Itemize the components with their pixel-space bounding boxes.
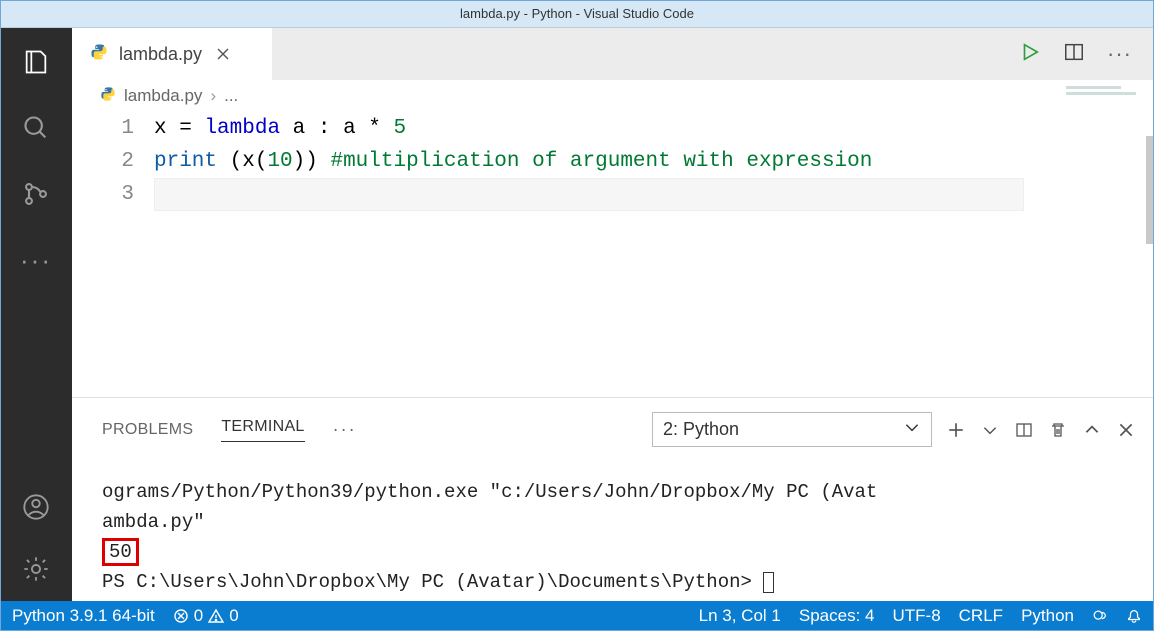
highlighted-output: 50 (102, 538, 139, 566)
terminal-cursor (763, 572, 774, 593)
source-control-icon[interactable] (20, 178, 52, 210)
minimap-slider[interactable] (1146, 136, 1154, 244)
run-icon[interactable] (1019, 41, 1041, 68)
code-line: 3 (120, 178, 1154, 211)
terminal-selector-value: 2: Python (663, 419, 739, 440)
editor-area: lambda.py ··· lambda.py › ... (72, 28, 1154, 607)
line-number: 2 (120, 145, 154, 178)
feedback-icon[interactable] (1092, 608, 1108, 624)
line-number: 3 (120, 178, 154, 211)
editor-more-icon[interactable]: ··· (1107, 41, 1132, 67)
code-line: 1 x = lambda a : a * 5 (120, 112, 1154, 145)
python-file-icon (90, 43, 108, 66)
maximize-panel-icon[interactable] (1082, 420, 1102, 440)
minimap[interactable] (1066, 86, 1146, 146)
tabs-row: lambda.py ··· (72, 28, 1154, 80)
code-editor[interactable]: 1 x = lambda a : a * 5 2 print (x(10)) #… (72, 112, 1154, 211)
terminal-line: ambda.py" (102, 507, 1136, 537)
encoding[interactable]: UTF-8 (892, 606, 940, 626)
terminal-line: ograms/Python/Python39/python.exe "c:/Us… (102, 477, 1136, 507)
notifications-icon[interactable] (1126, 608, 1142, 624)
language-mode[interactable]: Python (1021, 606, 1074, 626)
problems-status[interactable]: 0 0 (173, 606, 239, 626)
terminal-line: 50 (102, 537, 1136, 567)
python-file-icon (100, 86, 116, 107)
indentation[interactable]: Spaces: 4 (799, 606, 875, 626)
editor-tab[interactable]: lambda.py (72, 28, 272, 80)
chevron-down-icon (903, 418, 921, 441)
more-icon[interactable]: ··· (20, 244, 52, 276)
split-editor-icon[interactable] (1063, 41, 1085, 68)
tab-close-icon[interactable] (213, 44, 233, 64)
breadcrumb-more: ... (224, 86, 238, 106)
kill-terminal-icon[interactable] (1048, 420, 1068, 440)
terminal-output[interactable]: ograms/Python/Python39/python.exe "c:/Us… (102, 447, 1136, 597)
title-bar: lambda.py - Python - Visual Studio Code (0, 0, 1154, 28)
window-title: lambda.py - Python - Visual Studio Code (460, 6, 694, 21)
eol[interactable]: CRLF (959, 606, 1003, 626)
tab-filename: lambda.py (119, 44, 202, 65)
status-bar: Python 3.9.1 64-bit 0 0 Ln 3, Col 1 Spac… (0, 601, 1154, 631)
panel-more-icon[interactable]: ··· (333, 419, 357, 440)
python-interpreter[interactable]: Python 3.9.1 64-bit (12, 606, 155, 626)
new-terminal-icon[interactable] (946, 420, 966, 440)
problems-tab[interactable]: Problems (102, 421, 193, 439)
terminal-line: PS C:\Users\John\Dropbox\My PC (Avatar)\… (102, 567, 1136, 597)
code-line: 2 print (x(10)) #multiplication of argum… (120, 145, 1154, 178)
line-number: 1 (120, 112, 154, 145)
activity-bar: ··· (0, 28, 72, 607)
chevron-right-icon: › (210, 86, 216, 106)
split-terminal-icon[interactable] (1014, 420, 1034, 440)
terminal-tab[interactable]: Terminal (221, 418, 304, 442)
explorer-icon[interactable] (20, 46, 52, 78)
settings-gear-icon[interactable] (20, 553, 52, 585)
cursor-position[interactable]: Ln 3, Col 1 (699, 606, 781, 626)
terminal-selector[interactable]: 2: Python (652, 412, 932, 447)
close-panel-icon[interactable] (1116, 420, 1136, 440)
terminal-dropdown-icon[interactable] (980, 420, 1000, 440)
search-icon[interactable] (20, 112, 52, 144)
panel: Problems Terminal ··· 2: Python (72, 397, 1154, 607)
account-icon[interactable] (20, 491, 52, 523)
breadcrumb[interactable]: lambda.py › ... (72, 80, 1154, 112)
code-content (154, 178, 1024, 211)
code-content: print (x(10)) #multiplication of argumen… (154, 145, 872, 178)
code-content: x = lambda a : a * 5 (154, 112, 406, 145)
breadcrumb-file: lambda.py (124, 86, 202, 106)
